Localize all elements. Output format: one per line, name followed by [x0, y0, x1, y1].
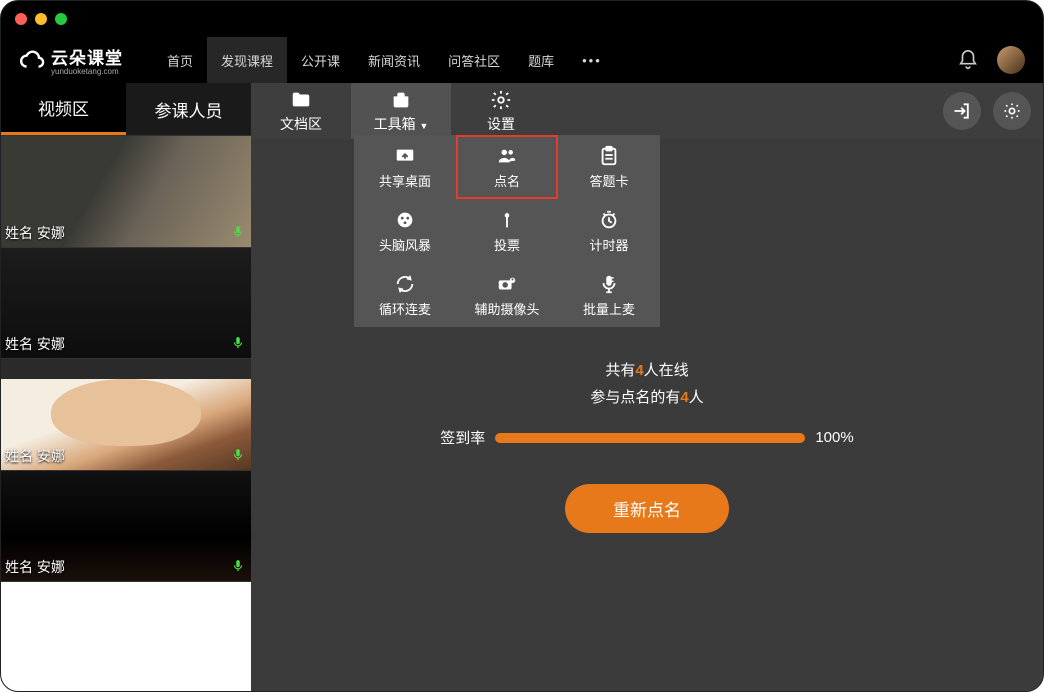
tool-brainstorm[interactable]: 头脑风暴 [354, 199, 456, 263]
cloud-icon [19, 47, 45, 73]
brand-logo[interactable]: 云朵课堂 yunduoketang.com [19, 44, 123, 76]
minimize-dot[interactable] [35, 13, 47, 25]
left-panel: 视频区 参课人员 姓名 安娜姓名 安娜姓名 安娜姓名 安娜 [1, 83, 251, 692]
left-tabs: 视频区 参课人员 [1, 83, 251, 135]
nav-3[interactable]: 新闻资讯 [354, 37, 434, 83]
online-count-text: 共有4人在线 [605, 359, 688, 380]
share-screen-icon [394, 145, 416, 167]
video-name-tag: 姓名 安娜 [5, 223, 65, 243]
video-name-tag: 姓名 安娜 [5, 557, 65, 577]
exit-button[interactable] [943, 92, 981, 130]
answer-sheet-icon [598, 145, 620, 167]
nav-1[interactable]: 发现课程 [207, 37, 287, 83]
mic-icon [231, 334, 245, 352]
toolbox-dropdown: 共享桌面 点名 答题卡头脑风暴 投票 计时器循环连麦 辅助摄像头 批量上麦 [354, 135, 660, 327]
mic-icon [231, 557, 245, 575]
rollcall-count-text: 参与点名的有4人 [590, 386, 703, 407]
folder-icon [290, 89, 312, 111]
settings-round-button[interactable] [993, 92, 1031, 130]
aux-camera-icon [496, 273, 518, 295]
vote-icon [496, 209, 518, 231]
rate-label: 签到率 [440, 427, 485, 448]
tool-share-screen[interactable]: 共享桌面 [354, 135, 456, 199]
gear-icon [1002, 101, 1022, 121]
tool-cycle-mic[interactable]: 循环连麦 [354, 263, 456, 327]
nav-5[interactable]: 题库 [514, 37, 568, 83]
mic-icon [231, 446, 245, 464]
tool-label: 批量上麦 [583, 299, 635, 318]
checkin-rate-row: 签到率 100% [440, 427, 853, 448]
tab-video-area[interactable]: 视频区 [1, 83, 126, 135]
tool-label: 点名 [494, 171, 520, 190]
video-tile-4[interactable] [1, 581, 251, 692]
nav-0[interactable]: 首页 [153, 37, 207, 83]
nav-4[interactable]: 问答社区 [434, 37, 514, 83]
bell-icon[interactable] [957, 49, 979, 71]
progress-bar [495, 433, 805, 443]
redo-rollcall-button[interactable]: 重新点名 [565, 484, 729, 533]
toolbox-icon [390, 89, 412, 111]
video-name-tag: 姓名 安娜 [5, 446, 65, 466]
tool-label: 循环连麦 [379, 299, 431, 318]
tool-label: 辅助摄像头 [474, 299, 539, 318]
tool-label: 共享桌面 [379, 171, 431, 190]
window-titlebar [1, 1, 1043, 37]
video-tile-0[interactable]: 姓名 安娜 [1, 135, 251, 247]
rollcall-icon [496, 145, 518, 167]
main-toolbar: 文档区 工具箱 ▼ 设置 [251, 83, 1043, 139]
tool-timer[interactable]: 计时器 [558, 199, 660, 263]
brainstorm-icon [394, 209, 416, 231]
tab-settings[interactable]: 设置 [451, 83, 551, 139]
gear-icon [490, 89, 512, 111]
user-avatar[interactable] [997, 46, 1025, 74]
brand-name: 云朵课堂 [51, 44, 123, 69]
nav-more[interactable]: ••• [568, 37, 616, 83]
tab-toolbox[interactable]: 工具箱 ▼ [351, 83, 451, 139]
tool-vote[interactable]: 投票 [456, 199, 558, 263]
close-dot[interactable] [15, 13, 27, 25]
rate-value: 100% [815, 429, 853, 446]
video-tile-2[interactable]: 姓名 安娜 [1, 358, 251, 470]
tool-label: 计时器 [589, 235, 628, 254]
brand-sub: yunduoketang.com [51, 67, 123, 76]
video-tile-3[interactable]: 姓名 安娜 [1, 470, 251, 582]
video-tile-1[interactable]: 姓名 安娜 [1, 247, 251, 359]
tool-answer-sheet[interactable]: 答题卡 [558, 135, 660, 199]
app-window: 云朵课堂 yunduoketang.com 首页发现课程公开课新闻资讯问答社区题… [0, 0, 1044, 692]
nav-2[interactable]: 公开课 [287, 37, 354, 83]
exit-icon [952, 101, 972, 121]
top-nav: 云朵课堂 yunduoketang.com 首页发现课程公开课新闻资讯问答社区题… [1, 37, 1043, 83]
bulk-mic-icon [598, 273, 620, 295]
timer-icon [598, 209, 620, 231]
tool-label: 答题卡 [589, 171, 628, 190]
tool-bulk-mic[interactable]: 批量上麦 [558, 263, 660, 327]
tool-label: 头脑风暴 [379, 235, 431, 254]
cycle-mic-icon [394, 273, 416, 295]
video-thumb [1, 582, 251, 692]
tool-label: 投票 [494, 235, 520, 254]
tab-participants[interactable]: 参课人员 [126, 83, 251, 135]
maximize-dot[interactable] [55, 13, 67, 25]
tool-rollcall[interactable]: 点名 [456, 135, 558, 199]
mic-icon [231, 223, 245, 241]
tab-docs[interactable]: 文档区 [251, 83, 351, 139]
video-list: 姓名 安娜姓名 安娜姓名 安娜姓名 安娜 [1, 135, 251, 692]
tool-aux-camera[interactable]: 辅助摄像头 [456, 263, 558, 327]
video-name-tag: 姓名 安娜 [5, 334, 65, 354]
